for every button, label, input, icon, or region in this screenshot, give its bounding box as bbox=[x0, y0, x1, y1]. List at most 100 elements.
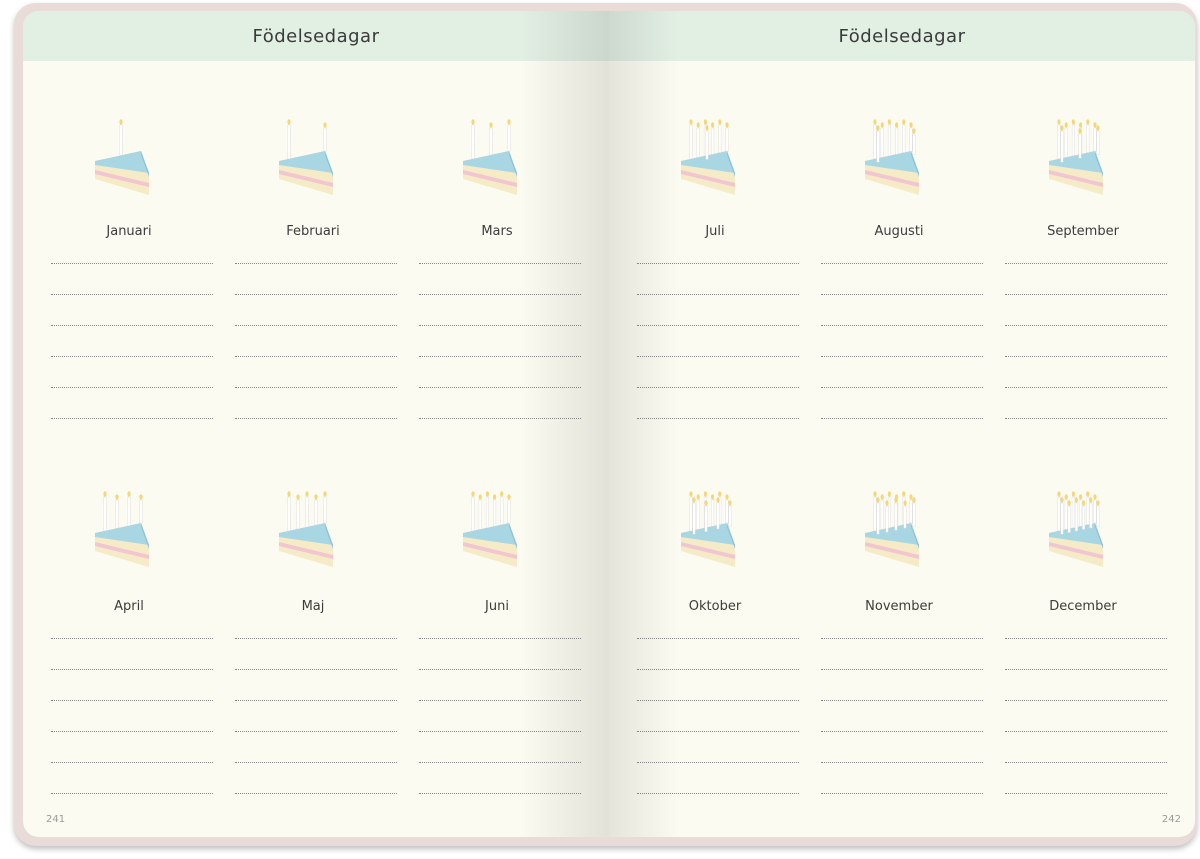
page-number-right: 242 bbox=[1161, 814, 1181, 825]
writing-line[interactable] bbox=[1005, 731, 1167, 732]
birthday-cake-icon bbox=[95, 119, 149, 195]
writing-line[interactable] bbox=[821, 325, 983, 326]
planner-spread: Födelsedagar 241 Januari Februari Mars Apri… bbox=[14, 3, 1197, 846]
writing-line[interactable] bbox=[51, 387, 213, 388]
writing-line[interactable] bbox=[419, 325, 581, 326]
writing-line[interactable] bbox=[235, 669, 397, 670]
writing-line[interactable] bbox=[51, 700, 213, 701]
writing-line[interactable] bbox=[821, 387, 983, 388]
writing-line[interactable] bbox=[51, 638, 213, 639]
writing-line[interactable] bbox=[51, 356, 213, 357]
birthday-cake-icon bbox=[865, 491, 919, 567]
page-header-left: Födelsedagar bbox=[23, 11, 609, 61]
writing-line[interactable] bbox=[235, 387, 397, 388]
writing-line[interactable] bbox=[1005, 294, 1167, 295]
writing-line[interactable] bbox=[419, 669, 581, 670]
birthday-cake-icon bbox=[1049, 491, 1103, 567]
writing-line[interactable] bbox=[235, 294, 397, 295]
writing-line[interactable] bbox=[51, 793, 213, 794]
writing-line[interactable] bbox=[235, 762, 397, 763]
writing-line[interactable] bbox=[821, 793, 983, 794]
writing-line[interactable] bbox=[637, 263, 799, 264]
writing-line[interactable] bbox=[235, 263, 397, 264]
writing-line[interactable] bbox=[235, 638, 397, 639]
writing-line[interactable] bbox=[637, 638, 799, 639]
birthday-cake-icon bbox=[95, 491, 149, 567]
writing-line[interactable] bbox=[419, 762, 581, 763]
writing-line[interactable] bbox=[821, 356, 983, 357]
writing-line[interactable] bbox=[235, 418, 397, 419]
writing-line[interactable] bbox=[419, 731, 581, 732]
writing-line[interactable] bbox=[637, 325, 799, 326]
writing-line[interactable] bbox=[235, 325, 397, 326]
month-label: Juni bbox=[485, 599, 509, 614]
page-header-right: Födelsedagar bbox=[609, 11, 1195, 61]
writing-line[interactable] bbox=[637, 294, 799, 295]
writing-line[interactable] bbox=[419, 700, 581, 701]
month-label: September bbox=[1047, 224, 1119, 239]
writing-line[interactable] bbox=[235, 700, 397, 701]
birthday-cake-icon bbox=[279, 491, 333, 567]
writing-line[interactable] bbox=[821, 294, 983, 295]
writing-line[interactable] bbox=[821, 762, 983, 763]
writing-line[interactable] bbox=[821, 638, 983, 639]
writing-line[interactable] bbox=[51, 263, 213, 264]
month-label: November bbox=[865, 599, 933, 614]
writing-line[interactable] bbox=[1005, 793, 1167, 794]
writing-line[interactable] bbox=[637, 793, 799, 794]
month-label: Juli bbox=[705, 224, 725, 239]
writing-line[interactable] bbox=[235, 731, 397, 732]
writing-line[interactable] bbox=[637, 731, 799, 732]
writing-line[interactable] bbox=[419, 263, 581, 264]
writing-line[interactable] bbox=[235, 793, 397, 794]
writing-line[interactable] bbox=[821, 731, 983, 732]
writing-line[interactable] bbox=[419, 356, 581, 357]
writing-line[interactable] bbox=[637, 700, 799, 701]
birthday-cake-icon bbox=[463, 491, 517, 567]
writing-line[interactable] bbox=[637, 356, 799, 357]
month-label: December bbox=[1049, 599, 1117, 614]
writing-line[interactable] bbox=[51, 731, 213, 732]
writing-line[interactable] bbox=[1005, 638, 1167, 639]
writing-line[interactable] bbox=[1005, 387, 1167, 388]
writing-line[interactable] bbox=[51, 418, 213, 419]
birthday-cake-icon bbox=[681, 491, 735, 567]
month-label: Maj bbox=[301, 599, 325, 614]
writing-line[interactable] bbox=[1005, 700, 1167, 701]
birthday-cake-icon bbox=[681, 119, 735, 195]
writing-line[interactable] bbox=[821, 700, 983, 701]
writing-line[interactable] bbox=[419, 294, 581, 295]
writing-line[interactable] bbox=[637, 418, 799, 419]
writing-line[interactable] bbox=[821, 263, 983, 264]
writing-line[interactable] bbox=[1005, 325, 1167, 326]
birthday-cake-icon bbox=[279, 119, 333, 195]
writing-line[interactable] bbox=[637, 387, 799, 388]
birthday-cake-icon bbox=[1049, 119, 1103, 195]
writing-line[interactable] bbox=[637, 762, 799, 763]
writing-line[interactable] bbox=[821, 418, 983, 419]
writing-line[interactable] bbox=[1005, 263, 1167, 264]
writing-line[interactable] bbox=[419, 638, 581, 639]
month-label: April bbox=[114, 599, 144, 614]
writing-line[interactable] bbox=[419, 793, 581, 794]
writing-line[interactable] bbox=[821, 669, 983, 670]
writing-line[interactable] bbox=[51, 669, 213, 670]
writing-line[interactable] bbox=[51, 325, 213, 326]
writing-line[interactable] bbox=[1005, 762, 1167, 763]
writing-line[interactable] bbox=[1005, 356, 1167, 357]
month-label: Februari bbox=[286, 224, 340, 239]
writing-line[interactable] bbox=[637, 669, 799, 670]
month-label: Januari bbox=[106, 224, 152, 239]
writing-line[interactable] bbox=[51, 762, 213, 763]
right-page: Födelsedagar 242 Juli Augusti September Okt… bbox=[609, 11, 1195, 837]
writing-line[interactable] bbox=[1005, 669, 1167, 670]
month-label: Augusti bbox=[874, 224, 924, 239]
left-page: Födelsedagar 241 Januari Februari Mars Apri… bbox=[23, 11, 609, 837]
month-label: Mars bbox=[481, 224, 513, 239]
birthday-cake-icon bbox=[463, 119, 517, 195]
writing-line[interactable] bbox=[419, 387, 581, 388]
writing-line[interactable] bbox=[419, 418, 581, 419]
writing-line[interactable] bbox=[235, 356, 397, 357]
writing-line[interactable] bbox=[51, 294, 213, 295]
writing-line[interactable] bbox=[1005, 418, 1167, 419]
